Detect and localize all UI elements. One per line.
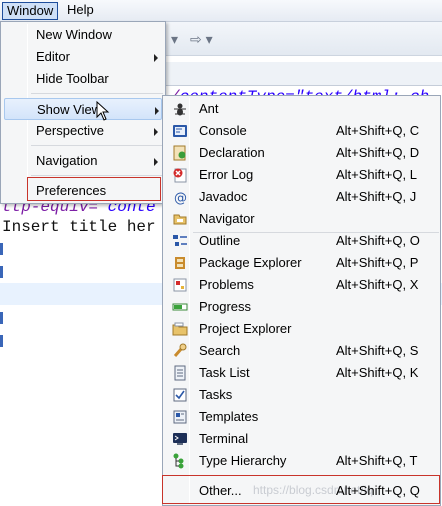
show-view-item-package-explorer[interactable]: Package Explorer Alt+Shift+Q, P xyxy=(165,252,437,274)
submenu-arrow-icon xyxy=(154,54,158,62)
type-hierarchy-icon xyxy=(173,453,184,469)
search-icon xyxy=(173,343,187,357)
templates-icon xyxy=(173,410,187,424)
menu-item-hide-toolbar[interactable]: Hide Toolbar xyxy=(4,68,162,90)
javadoc-icon: @ xyxy=(174,191,187,205)
submenu-arrow-icon xyxy=(154,158,158,166)
menu-item-new-window[interactable]: New Window xyxy=(4,24,162,46)
mouse-pointer-icon xyxy=(96,101,110,121)
progress-icon xyxy=(172,303,188,311)
show-view-item-templates[interactable]: Templates xyxy=(165,406,437,428)
submenu-arrow-icon xyxy=(155,107,159,115)
terminal-icon xyxy=(173,433,187,445)
svg-text:@: @ xyxy=(174,191,187,205)
preferences-highlight-box xyxy=(27,177,161,201)
tasks-icon xyxy=(173,388,187,402)
other-highlight-box xyxy=(162,475,440,504)
submenu-arrow-icon xyxy=(154,128,158,136)
menu-item-editor[interactable]: Editor xyxy=(4,46,162,68)
show-view-submenu: Ant Console Alt+Shift+Q, C Declaration A… xyxy=(162,95,441,506)
show-view-item-type-hierarchy[interactable]: Type Hierarchy Alt+Shift+Q, T xyxy=(165,450,437,472)
menu-help[interactable]: Help xyxy=(63,2,98,20)
code-line-3: Insert title her xyxy=(2,218,156,236)
gutter-marker xyxy=(0,312,3,324)
show-view-item-error-log[interactable]: Error Log Alt+Shift+Q, L xyxy=(165,164,437,186)
menu-item-perspective[interactable]: Perspective xyxy=(4,120,162,142)
show-view-item-tasks[interactable]: Tasks xyxy=(165,384,437,406)
show-view-item-terminal[interactable]: Terminal xyxy=(165,428,437,450)
show-view-item-ant[interactable]: Ant xyxy=(165,98,437,120)
declaration-icon xyxy=(173,145,186,161)
gutter-marker xyxy=(0,243,3,255)
task-list-icon xyxy=(174,365,186,381)
show-view-item-task-list[interactable]: Task List Alt+Shift+Q, K xyxy=(165,362,437,384)
show-view-item-console[interactable]: Console Alt+Shift+Q, C xyxy=(165,120,437,142)
console-icon xyxy=(173,125,187,137)
menu-bar: Window Help xyxy=(0,0,442,22)
show-view-item-navigator[interactable]: Navigator xyxy=(165,208,437,230)
package-explorer-icon xyxy=(175,257,185,269)
toolbar-dropdown-icon[interactable]: ▾ xyxy=(171,31,178,48)
show-view-item-declaration[interactable]: Declaration Alt+Shift+Q, D xyxy=(165,142,437,164)
outline-icon xyxy=(173,235,187,246)
problems-icon xyxy=(173,278,187,292)
gutter-marker xyxy=(0,266,3,278)
show-view-item-project-explorer[interactable]: Project Explorer xyxy=(165,318,437,340)
show-view-item-search[interactable]: Search Alt+Shift+Q, S xyxy=(165,340,437,362)
show-view-item-outline[interactable]: Outline Alt+Shift+Q, O xyxy=(165,230,437,252)
navigator-icon xyxy=(173,214,187,225)
error-log-icon xyxy=(173,168,187,183)
project-explorer-icon xyxy=(172,322,188,336)
menu-item-show-view[interactable]: Show View xyxy=(4,98,162,120)
menu-item-navigation[interactable]: Navigation xyxy=(4,150,162,172)
forward-arrow-icon[interactable]: ⇨ ▾ xyxy=(190,31,213,48)
show-view-item-progress[interactable]: Progress xyxy=(165,296,437,318)
show-view-item-problems[interactable]: Problems Alt+Shift+Q, X xyxy=(165,274,437,296)
show-view-item-javadoc[interactable]: @ Javadoc Alt+Shift+Q, J xyxy=(165,186,437,208)
menu-window[interactable]: Window xyxy=(2,2,59,20)
ant-icon xyxy=(174,103,186,116)
gutter-marker xyxy=(0,335,3,347)
